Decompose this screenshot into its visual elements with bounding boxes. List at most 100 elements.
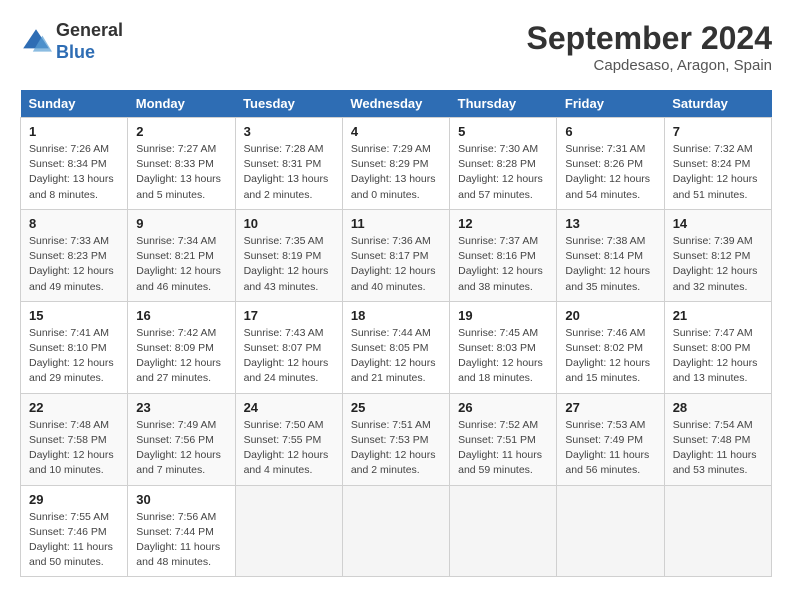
day-info: Sunrise: 7:49 AM Sunset: 7:56 PM Dayligh… (136, 418, 226, 479)
title-area: September 2024 Capdesaso, Aragon, Spain (527, 20, 772, 74)
weekday-header-row: SundayMondayTuesdayWednesdayThursdayFrid… (21, 90, 772, 118)
logo-icon (20, 26, 52, 58)
day-info: Sunrise: 7:35 AM Sunset: 8:19 PM Dayligh… (244, 234, 334, 295)
day-info: Sunrise: 7:34 AM Sunset: 8:21 PM Dayligh… (136, 234, 226, 295)
day-info: Sunrise: 7:46 AM Sunset: 8:02 PM Dayligh… (565, 326, 655, 387)
month-title: September 2024 (527, 20, 772, 57)
day-number: 28 (673, 400, 763, 415)
calendar-week-row: 15 Sunrise: 7:41 AM Sunset: 8:10 PM Dayli… (21, 301, 772, 393)
calendar-day-cell: 1Sunrise: 7:26 AM Sunset: 8:34 PM Daylig… (21, 118, 128, 210)
calendar-day-cell: 17 Sunrise: 7:43 AM Sunset: 8:07 PM Dayli… (235, 301, 342, 393)
weekday-header-friday: Friday (557, 90, 664, 118)
calendar-day-cell: 11 Sunrise: 7:36 AM Sunset: 8:17 PM Dayli… (342, 209, 449, 301)
day-number: 5 (458, 124, 548, 139)
day-number: 6 (565, 124, 655, 139)
day-info: Sunrise: 7:38 AM Sunset: 8:14 PM Dayligh… (565, 234, 655, 295)
day-number: 11 (351, 216, 441, 231)
day-number: 29 (29, 492, 119, 507)
day-number: 30 (136, 492, 226, 507)
calendar-day-cell: 12 Sunrise: 7:37 AM Sunset: 8:16 PM Dayli… (450, 209, 557, 301)
calendar-day-cell (450, 485, 557, 577)
day-number: 9 (136, 216, 226, 231)
day-number: 22 (29, 400, 119, 415)
day-info: Sunrise: 7:55 AM Sunset: 7:46 PM Dayligh… (29, 510, 119, 571)
day-number: 3 (244, 124, 334, 139)
calendar-day-cell: 13 Sunrise: 7:38 AM Sunset: 8:14 PM Dayli… (557, 209, 664, 301)
day-number: 18 (351, 308, 441, 323)
calendar-day-cell: 6 Sunrise: 7:31 AM Sunset: 8:26 PM Daylig… (557, 118, 664, 210)
day-number: 10 (244, 216, 334, 231)
day-number: 16 (136, 308, 226, 323)
calendar-day-cell: 2 Sunrise: 7:27 AM Sunset: 8:33 PM Daylig… (128, 118, 235, 210)
calendar-day-cell: 20 Sunrise: 7:46 AM Sunset: 8:02 PM Dayli… (557, 301, 664, 393)
calendar-day-cell: 27 Sunrise: 7:53 AM Sunset: 7:49 PM Dayli… (557, 393, 664, 485)
calendar-day-cell (342, 485, 449, 577)
day-number: 21 (673, 308, 763, 323)
weekday-header-thursday: Thursday (450, 90, 557, 118)
day-info: Sunrise: 7:47 AM Sunset: 8:00 PM Dayligh… (673, 326, 763, 387)
calendar-day-cell: 18 Sunrise: 7:44 AM Sunset: 8:05 PM Dayli… (342, 301, 449, 393)
day-number: 17 (244, 308, 334, 323)
day-info: Sunrise: 7:41 AM Sunset: 8:10 PM Dayligh… (29, 326, 119, 387)
day-info: Sunrise: 7:32 AM Sunset: 8:24 PM Dayligh… (673, 142, 763, 203)
weekday-header-tuesday: Tuesday (235, 90, 342, 118)
calendar-day-cell: 9 Sunrise: 7:34 AM Sunset: 8:21 PM Daylig… (128, 209, 235, 301)
day-info: Sunrise: 7:44 AM Sunset: 8:05 PM Dayligh… (351, 326, 441, 387)
day-number: 15 (29, 308, 119, 323)
day-number: 7 (673, 124, 763, 139)
calendar-day-cell: 24 Sunrise: 7:50 AM Sunset: 7:55 PM Dayli… (235, 393, 342, 485)
day-number: 27 (565, 400, 655, 415)
calendar-day-cell: 16 Sunrise: 7:42 AM Sunset: 8:09 PM Dayli… (128, 301, 235, 393)
logo: General Blue (20, 20, 123, 63)
calendar-week-row: 8Sunrise: 7:33 AM Sunset: 8:23 PM Daylig… (21, 209, 772, 301)
page-header: General Blue September 2024 Capdesaso, A… (20, 20, 772, 74)
day-info: Sunrise: 7:28 AM Sunset: 8:31 PM Dayligh… (244, 142, 334, 203)
day-number: 14 (673, 216, 763, 231)
calendar-day-cell: 23Sunrise: 7:49 AM Sunset: 7:56 PM Dayli… (128, 393, 235, 485)
day-number: 1 (29, 124, 119, 139)
calendar-day-cell: 15 Sunrise: 7:41 AM Sunset: 8:10 PM Dayli… (21, 301, 128, 393)
day-number: 13 (565, 216, 655, 231)
calendar-table: SundayMondayTuesdayWednesdayThursdayFrid… (20, 90, 772, 577)
calendar-day-cell: 25 Sunrise: 7:51 AM Sunset: 7:53 PM Dayli… (342, 393, 449, 485)
day-info: Sunrise: 7:37 AM Sunset: 8:16 PM Dayligh… (458, 234, 548, 295)
calendar-day-cell (664, 485, 771, 577)
day-info: Sunrise: 7:50 AM Sunset: 7:55 PM Dayligh… (244, 418, 334, 479)
calendar-day-cell: 21 Sunrise: 7:47 AM Sunset: 8:00 PM Dayli… (664, 301, 771, 393)
weekday-header-monday: Monday (128, 90, 235, 118)
day-number: 8 (29, 216, 119, 231)
calendar-day-cell: 30Sunrise: 7:56 AM Sunset: 7:44 PM Dayli… (128, 485, 235, 577)
day-info: Sunrise: 7:48 AM Sunset: 7:58 PM Dayligh… (29, 418, 119, 479)
day-number: 24 (244, 400, 334, 415)
day-info: Sunrise: 7:53 AM Sunset: 7:49 PM Dayligh… (565, 418, 655, 479)
day-info: Sunrise: 7:39 AM Sunset: 8:12 PM Dayligh… (673, 234, 763, 295)
calendar-day-cell (235, 485, 342, 577)
calendar-day-cell: 7 Sunrise: 7:32 AM Sunset: 8:24 PM Daylig… (664, 118, 771, 210)
calendar-week-row: 1Sunrise: 7:26 AM Sunset: 8:34 PM Daylig… (21, 118, 772, 210)
weekday-header-wednesday: Wednesday (342, 90, 449, 118)
day-info: Sunrise: 7:52 AM Sunset: 7:51 PM Dayligh… (458, 418, 548, 479)
day-number: 25 (351, 400, 441, 415)
day-number: 4 (351, 124, 441, 139)
day-number: 20 (565, 308, 655, 323)
logo-blue-text: Blue (56, 42, 95, 62)
day-info: Sunrise: 7:45 AM Sunset: 8:03 PM Dayligh… (458, 326, 548, 387)
day-info: Sunrise: 7:27 AM Sunset: 8:33 PM Dayligh… (136, 142, 226, 203)
calendar-day-cell: 3 Sunrise: 7:28 AM Sunset: 8:31 PM Daylig… (235, 118, 342, 210)
location: Capdesaso, Aragon, Spain (527, 57, 772, 74)
day-number: 2 (136, 124, 226, 139)
day-info: Sunrise: 7:31 AM Sunset: 8:26 PM Dayligh… (565, 142, 655, 203)
calendar-day-cell: 8Sunrise: 7:33 AM Sunset: 8:23 PM Daylig… (21, 209, 128, 301)
calendar-week-row: 29 Sunrise: 7:55 AM Sunset: 7:46 PM Dayli… (21, 485, 772, 577)
calendar-day-cell: 26 Sunrise: 7:52 AM Sunset: 7:51 PM Dayli… (450, 393, 557, 485)
day-info: Sunrise: 7:36 AM Sunset: 8:17 PM Dayligh… (351, 234, 441, 295)
day-info: Sunrise: 7:43 AM Sunset: 8:07 PM Dayligh… (244, 326, 334, 387)
day-info: Sunrise: 7:51 AM Sunset: 7:53 PM Dayligh… (351, 418, 441, 479)
day-number: 26 (458, 400, 548, 415)
day-info: Sunrise: 7:42 AM Sunset: 8:09 PM Dayligh… (136, 326, 226, 387)
logo-general-text: General (56, 20, 123, 40)
day-number: 12 (458, 216, 548, 231)
weekday-header-saturday: Saturday (664, 90, 771, 118)
calendar-day-cell: 14 Sunrise: 7:39 AM Sunset: 8:12 PM Dayli… (664, 209, 771, 301)
day-info: Sunrise: 7:29 AM Sunset: 8:29 PM Dayligh… (351, 142, 441, 203)
